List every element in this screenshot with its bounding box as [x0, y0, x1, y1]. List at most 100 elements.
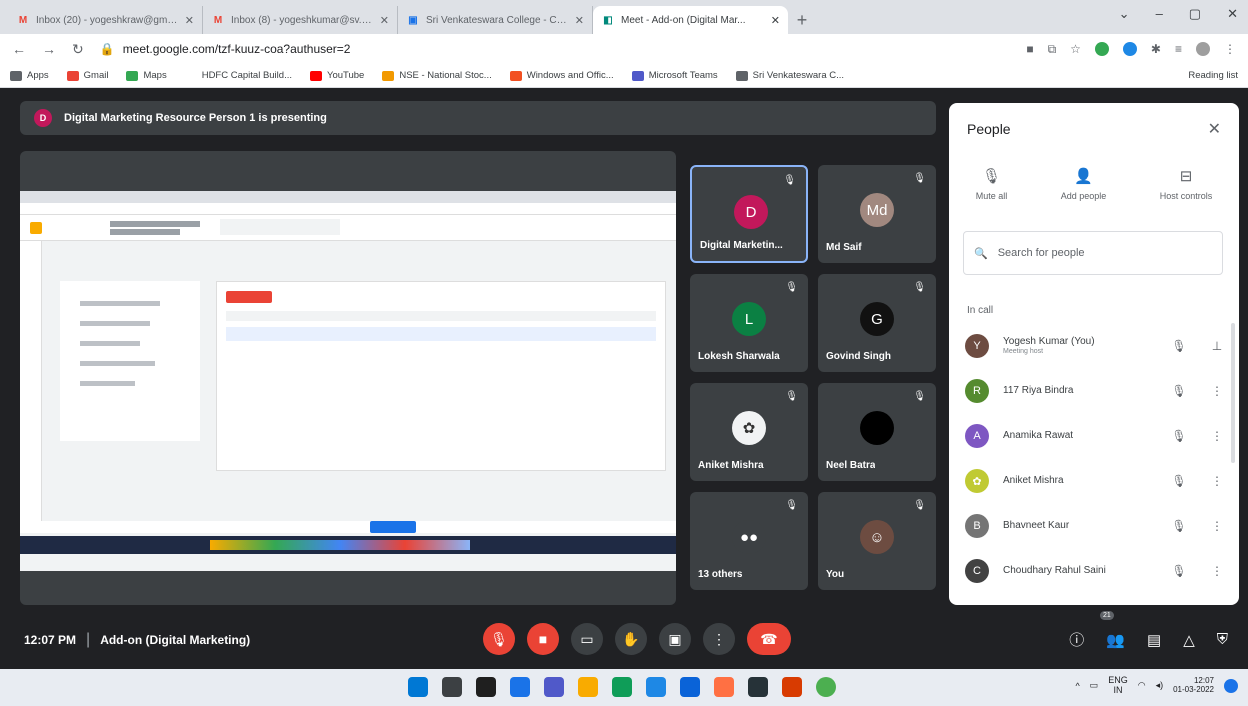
forward-icon[interactable]: → — [42, 41, 56, 57]
reading-list-button[interactable]: Reading list — [1188, 70, 1238, 81]
mic-off-icon[interactable]: 🎙 — [1169, 564, 1189, 578]
pin-icon[interactable]: ⊥ — [1207, 339, 1227, 353]
new-tab-button[interactable]: + — [788, 6, 816, 34]
participant-tile[interactable]: 🎙 D Digital Marketin... — [690, 165, 808, 263]
bookmark-item[interactable]: Apps — [10, 70, 49, 81]
mic-off-button[interactable]: 🎙 — [483, 623, 515, 655]
office-icon[interactable] — [782, 677, 802, 697]
teams-chat-icon[interactable] — [544, 677, 564, 697]
participant-row[interactable]: R 117 Riya Bindra 🎙 ⋮ — [965, 376, 1227, 406]
more-options-icon[interactable]: ⋮ — [1207, 429, 1227, 443]
close-tab-icon[interactable]: ✕ — [575, 14, 584, 27]
extension-icon[interactable] — [1094, 42, 1109, 56]
participant-row[interactable]: Y Yogesh Kumar (You) Meeting host 🎙 ⊥ — [965, 331, 1227, 361]
tab-search-icon[interactable]: ⌄ — [1119, 6, 1130, 22]
more-options-icon[interactable]: ⋮ — [1207, 384, 1227, 398]
captions-button[interactable]: ▭ — [571, 623, 603, 655]
mic-off-icon[interactable]: 🎙 — [1169, 519, 1189, 533]
participant-row[interactable]: B Bhavneet Kaur 🎙 ⋮ — [965, 511, 1227, 541]
chrome-icon[interactable] — [816, 677, 836, 697]
participant-tile[interactable]: 🎙 ✿ Aniket Mishra — [690, 383, 808, 481]
close-tab-icon[interactable]: ✕ — [185, 14, 194, 27]
maximize-button[interactable]: ▢ — [1189, 6, 1201, 22]
mic-off-icon[interactable]: 🎙 — [1169, 429, 1189, 443]
search-people-field[interactable]: 🔍 Search for people — [963, 231, 1223, 275]
bookmark-item[interactable]: Gmail — [66, 70, 108, 81]
bookmark-star-icon[interactable]: ☆ — [1070, 42, 1081, 56]
wifi-icon[interactable]: ◠ — [1138, 680, 1146, 691]
people-action-button[interactable]: 🎙 Mute all — [976, 167, 1008, 201]
people-action-button[interactable]: ⊟ Host controls — [1160, 167, 1213, 201]
notification-icon[interactable] — [1224, 678, 1238, 693]
reload-icon[interactable]: ↻ — [72, 41, 84, 58]
photos-icon[interactable] — [714, 677, 734, 697]
extension-icon[interactable] — [1122, 42, 1137, 56]
mic-off-icon[interactable]: 🎙 — [1169, 384, 1189, 398]
info-icon[interactable]: ⓘ — [1069, 629, 1084, 650]
bookmark-item[interactable]: Maps — [126, 70, 167, 81]
camera-icon[interactable]: ■ — [1026, 42, 1033, 56]
leave-call-button[interactable]: ☎ — [747, 623, 791, 655]
bookmark-item[interactable]: YouTube — [309, 70, 364, 81]
participant-tile[interactable]: 🎙 L Lokesh Sharwala — [690, 274, 808, 372]
close-tab-icon[interactable]: ✕ — [771, 14, 780, 27]
participant-row[interactable]: C Choudhary Rahul Saini 🎙 ⋮ — [965, 556, 1227, 586]
search-icon[interactable] — [442, 677, 462, 697]
camera-off-button[interactable]: ■ — [527, 623, 559, 655]
bookmark-item[interactable]: NSE - National Stoc... — [382, 70, 492, 81]
participant-tile[interactable]: 🎙 Neel Batra — [818, 383, 936, 481]
mic-off-icon[interactable]: 🎙 — [1169, 474, 1189, 488]
close-tab-icon[interactable]: ✕ — [380, 14, 389, 27]
share-icon[interactable]: ⧉ — [1048, 42, 1057, 57]
participant-tile[interactable]: 🎙 G Govind Singh — [818, 274, 936, 372]
bookmark-item[interactable]: Windows and Offic... — [509, 70, 614, 81]
host-shield-icon[interactable]: ⛨ — [1217, 631, 1228, 648]
participant-row[interactable]: A Anamika Rawat 🎙 ⋮ — [965, 421, 1227, 451]
menu-icon[interactable]: ⋮ — [1224, 42, 1236, 56]
more-options-icon[interactable]: ⋮ — [1207, 519, 1227, 533]
more-options-button[interactable]: ⋮ — [703, 623, 735, 655]
participant-row[interactable]: ✿ Aniket Mishra 🎙 ⋮ — [965, 466, 1227, 496]
back-icon[interactable]: ← — [12, 41, 26, 57]
browser-tab[interactable]: M Inbox (8) - yogeshkumar@sv.c... ✕ — [203, 6, 398, 34]
people-icon[interactable]: 👥 — [1106, 631, 1125, 649]
language-indicator[interactable]: ENG IN — [1108, 675, 1128, 696]
browser-tab[interactable]: ◧ Meet - Add-on (Digital Mar... ✕ — [593, 6, 788, 34]
participant-tile[interactable]: 🎙 ●● 13 others — [690, 492, 808, 590]
show-hidden-icons-icon[interactable]: ^ — [1075, 681, 1079, 691]
mic-off-icon[interactable]: 🎙 — [1169, 339, 1189, 353]
participant-tile[interactable]: 🎙 Md Md Saif — [818, 165, 936, 263]
volume-icon[interactable]: ◂) — [1156, 680, 1164, 691]
more-options-icon[interactable]: ⋮ — [1207, 474, 1227, 488]
participant-tile[interactable]: 🎙 ☺ You — [818, 492, 936, 590]
people-action-button[interactable]: 👤 Add people — [1061, 167, 1107, 201]
clock-date[interactable]: 12:07 01-03-2022 — [1173, 676, 1214, 695]
omnibox[interactable]: 🔒 meet.google.com/tzf-kuuz-coa?authuser=… — [100, 42, 1011, 56]
battery-icon[interactable]: ▭ — [1090, 680, 1099, 691]
widgets-icon[interactable] — [510, 677, 530, 697]
people-scrollbar[interactable] — [1231, 323, 1235, 463]
app-icon[interactable] — [748, 677, 768, 697]
raise-hand-button[interactable]: ✋ — [615, 623, 647, 655]
close-icon[interactable]: ✕ — [1208, 119, 1221, 139]
bookmark-item[interactable]: Sri Venkateswara C... — [735, 70, 844, 81]
store-icon[interactable] — [646, 677, 666, 697]
queue-icon[interactable]: ≡ — [1175, 42, 1182, 56]
puzzle-icon[interactable]: ✱ — [1151, 42, 1161, 56]
edge-icon[interactable] — [612, 677, 632, 697]
search-people-placeholder[interactable]: Search for people — [998, 247, 1085, 259]
browser-tab[interactable]: M Inbox (20) - yogeshkraw@gmail... ✕ — [8, 6, 203, 34]
activities-icon[interactable]: △ — [1183, 631, 1195, 649]
present-button[interactable]: ▣ — [659, 623, 691, 655]
profile-avatar[interactable] — [1196, 42, 1210, 56]
close-window-button[interactable]: ✕ — [1227, 6, 1238, 22]
minimize-button[interactable]: – — [1156, 6, 1163, 22]
bookmark-item[interactable]: Microsoft Teams — [631, 70, 718, 81]
file-explorer-icon[interactable] — [578, 677, 598, 697]
more-options-icon[interactable]: ⋮ — [1207, 564, 1227, 578]
browser-tab[interactable]: ▣ Sri Venkateswara College - Cale... ✕ — [398, 6, 593, 34]
start-icon[interactable] — [408, 677, 428, 697]
mail-icon[interactable] — [680, 677, 700, 697]
chat-icon[interactable]: ▤ — [1147, 631, 1161, 649]
bookmark-item[interactable]: HDFC Capital Build... — [184, 70, 292, 81]
